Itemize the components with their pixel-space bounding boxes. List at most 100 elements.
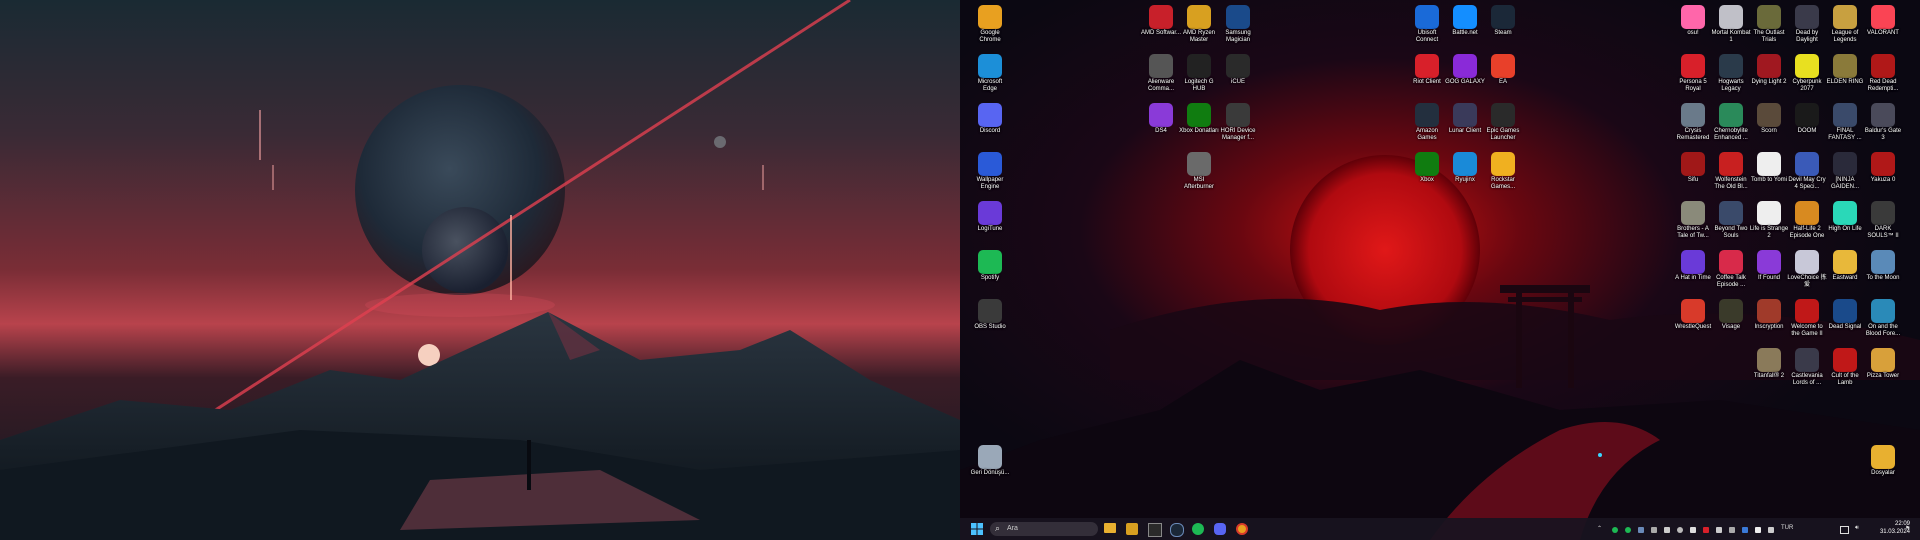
desktop-shortcut[interactable]: Amazon Games [1407, 103, 1447, 142]
tray-app-icon[interactable] [1716, 527, 1722, 533]
desktop-shortcut[interactable]: Spotify [970, 250, 1010, 282]
desktop-shortcut[interactable]: DARK SOULS™ II [1863, 201, 1903, 240]
desktop-shortcut[interactable]: Geri Dönüşü... [970, 445, 1010, 477]
discord-taskbar-icon[interactable] [1214, 523, 1226, 535]
start-button[interactable] [970, 522, 984, 536]
tray-spotify-icon[interactable] [1612, 527, 1618, 533]
desktop-shortcut[interactable]: Epic Games Launcher [1483, 103, 1523, 142]
desktop-shortcut[interactable]: Chernobylite Enhanced ... [1711, 103, 1751, 142]
desktop-shortcut[interactable]: Red Dead Redempti... [1863, 54, 1903, 93]
desktop-shortcut[interactable]: AMD Ryzen Master [1179, 5, 1219, 44]
desktop-shortcut[interactable]: If Found [1749, 250, 1789, 282]
desktop-shortcut[interactable]: League of Legends [1825, 5, 1865, 44]
desktop-shortcut[interactable]: DS4 [1141, 103, 1181, 135]
desktop-shortcut[interactable]: Hogwarts Legacy [1711, 54, 1751, 93]
desktop-shortcut[interactable]: Discord [970, 103, 1010, 135]
desktop-shortcut[interactable]: Tomb to Yomi [1749, 152, 1789, 184]
desktop-shortcut[interactable]: Devil May Cry 4 Speci... [1787, 152, 1827, 191]
speaker-icon[interactable]: 🔊︎ [1855, 525, 1859, 532]
desktop-shortcut[interactable]: Rockstar Games... [1483, 152, 1523, 191]
desktop-shortcut[interactable]: To the Moon [1863, 250, 1903, 282]
desktop-shortcut[interactable]: ELDEN RING [1825, 54, 1865, 86]
desktop-shortcut[interactable]: Castlevania Lords of ... [1787, 348, 1827, 387]
desktop-shortcut[interactable]: Ubisoft Connect [1407, 5, 1447, 44]
desktop-shortcut[interactable]: Eastward [1825, 250, 1865, 282]
tray-app-icon[interactable] [1677, 527, 1683, 533]
desktop-shortcut[interactable]: Xbox Donatları [1179, 103, 1219, 135]
tray-steam-icon[interactable] [1638, 527, 1644, 533]
desktop-shortcut[interactable]: iCUE [1218, 54, 1258, 86]
desktop-shortcut[interactable]: Pizza Tower [1863, 348, 1903, 380]
desktop-shortcut[interactable]: Inscryption [1749, 299, 1789, 331]
tray-amd-icon[interactable] [1703, 527, 1709, 533]
desktop-shortcut[interactable]: Battle.net [1445, 5, 1485, 37]
desktop-shortcut[interactable]: LogiTune [970, 201, 1010, 233]
desktop-shortcut[interactable]: FINAL FANTASY ... [1825, 103, 1865, 142]
desktop-shortcut[interactable]: EA [1483, 54, 1523, 86]
terminal-taskbar-icon[interactable] [1148, 523, 1162, 537]
desktop-shortcut[interactable]: Xbox [1407, 152, 1447, 184]
desktop-shortcut[interactable]: Samsung Magician [1218, 5, 1258, 44]
desktop-shortcut[interactable]: Microsoft Edge [970, 54, 1010, 93]
taskbar-search[interactable]: ⌕ Ara [990, 522, 1098, 536]
desktop-shortcut[interactable]: Ryujinx [1445, 152, 1485, 184]
desktop-shortcut[interactable]: Alienware Comma... [1141, 54, 1181, 93]
desktop-shortcut[interactable]: Dosyalar [1863, 445, 1903, 477]
desktop-shortcut[interactable]: On and the Blood Fore... [1863, 299, 1903, 338]
tray-bluetooth-icon[interactable] [1742, 527, 1748, 533]
desktop-shortcut[interactable]: MSI Afterburner [1179, 152, 1219, 191]
desktop-shortcut[interactable]: Scorn [1749, 103, 1789, 135]
desktop-shortcut[interactable]: Steam [1483, 5, 1523, 37]
desktop-shortcut[interactable]: Wolfenstein The Old Bl... [1711, 152, 1751, 191]
desktop-shortcut[interactable]: AMD Softwar... [1141, 5, 1181, 37]
desktop-shortcut[interactable]: OBS Studio [970, 299, 1010, 331]
tray-xbox-icon[interactable] [1625, 527, 1631, 533]
desktop-shortcut[interactable]: osu! [1673, 5, 1713, 37]
chrome-taskbar-icon[interactable] [1236, 523, 1248, 535]
desktop-shortcut[interactable]: Cult of the Lamb [1825, 348, 1865, 387]
tray-monitor-icon[interactable] [1840, 526, 1849, 534]
desktop-shortcut[interactable]: A Hat in Time [1673, 250, 1713, 282]
desktop-shortcut[interactable]: Logitech G HUB [1179, 54, 1219, 93]
desktop-shortcut[interactable]: Beyond Two Souls [1711, 201, 1751, 240]
desktop-shortcut[interactable]: Dying Light 2 [1749, 54, 1789, 86]
desktop-shortcut[interactable]: Sifu [1673, 152, 1713, 184]
desktop-shortcut[interactable]: Google Chrome [970, 5, 1010, 44]
desktop-shortcut[interactable]: WrestleQuest [1673, 299, 1713, 331]
desktop-shortcut[interactable]: Life is Strange 2 [1749, 201, 1789, 240]
desktop-shortcut[interactable]: Crysis Remastered [1673, 103, 1713, 142]
desktop-shortcut[interactable]: [NINJA GAIDEN... [1825, 152, 1865, 191]
desktop-shortcut[interactable]: Riot Client [1407, 54, 1447, 86]
desktop-shortcut[interactable]: Dead by Daylight [1787, 5, 1827, 44]
tray-app-icon[interactable] [1664, 527, 1670, 533]
desktop-shortcut[interactable]: Dead Signal [1825, 299, 1865, 331]
desktop-shortcut[interactable]: Wallpaper Engine [970, 152, 1010, 191]
desktop-shortcut[interactable]: Titanfall® 2 [1749, 348, 1789, 380]
desktop-shortcut[interactable]: Persona 5 Royal [1673, 54, 1713, 93]
desktop-shortcut[interactable]: The Outlast Trials [1749, 5, 1789, 44]
desktop-shortcut[interactable]: HORI Device Manager f... [1218, 103, 1258, 142]
desktop-shortcut[interactable]: Baldur's Gate 3 [1863, 103, 1903, 142]
desktop-shortcut[interactable]: DOOM [1787, 103, 1827, 135]
tray-app-icon[interactable] [1768, 527, 1774, 533]
desktop-shortcut[interactable]: Lunar Client [1445, 103, 1485, 135]
desktop-shortcut[interactable]: VALORANT [1863, 5, 1903, 37]
desktop-shortcut[interactable]: Brothers - A Tale of Tw... [1673, 201, 1713, 240]
desktop-shortcut[interactable]: Coffee Talk Episode ... [1711, 250, 1751, 289]
desktop-shortcut[interactable]: Welcome to the Game II [1787, 299, 1827, 338]
tray-overflow-icon[interactable]: ⌃ [1597, 525, 1602, 532]
steam-taskbar-icon[interactable] [1170, 523, 1184, 537]
spotify-taskbar-icon[interactable] [1192, 523, 1204, 535]
notification-bell-icon[interactable]: ⚑ [1905, 525, 1910, 532]
tray-language[interactable]: TUR [1781, 525, 1793, 531]
tray-app-icon[interactable] [1729, 527, 1735, 533]
desktop-shortcut[interactable]: GOG GALAXY [1445, 54, 1485, 86]
tray-app-icon[interactable] [1690, 527, 1696, 533]
tray-app-icon[interactable] [1755, 527, 1761, 533]
desktop-shortcut[interactable]: High On Life [1825, 201, 1865, 233]
desktop-shortcut[interactable]: Mortal Kombat 1 [1711, 5, 1751, 44]
store-taskbar-icon[interactable] [1126, 523, 1138, 535]
desktop-shortcut[interactable]: Cyberpunk 2077 [1787, 54, 1827, 93]
desktop-shortcut[interactable]: Half-Life 2 Episode One [1787, 201, 1827, 240]
desktop-shortcut[interactable]: LoveChoice 拣爱 [1787, 250, 1827, 289]
